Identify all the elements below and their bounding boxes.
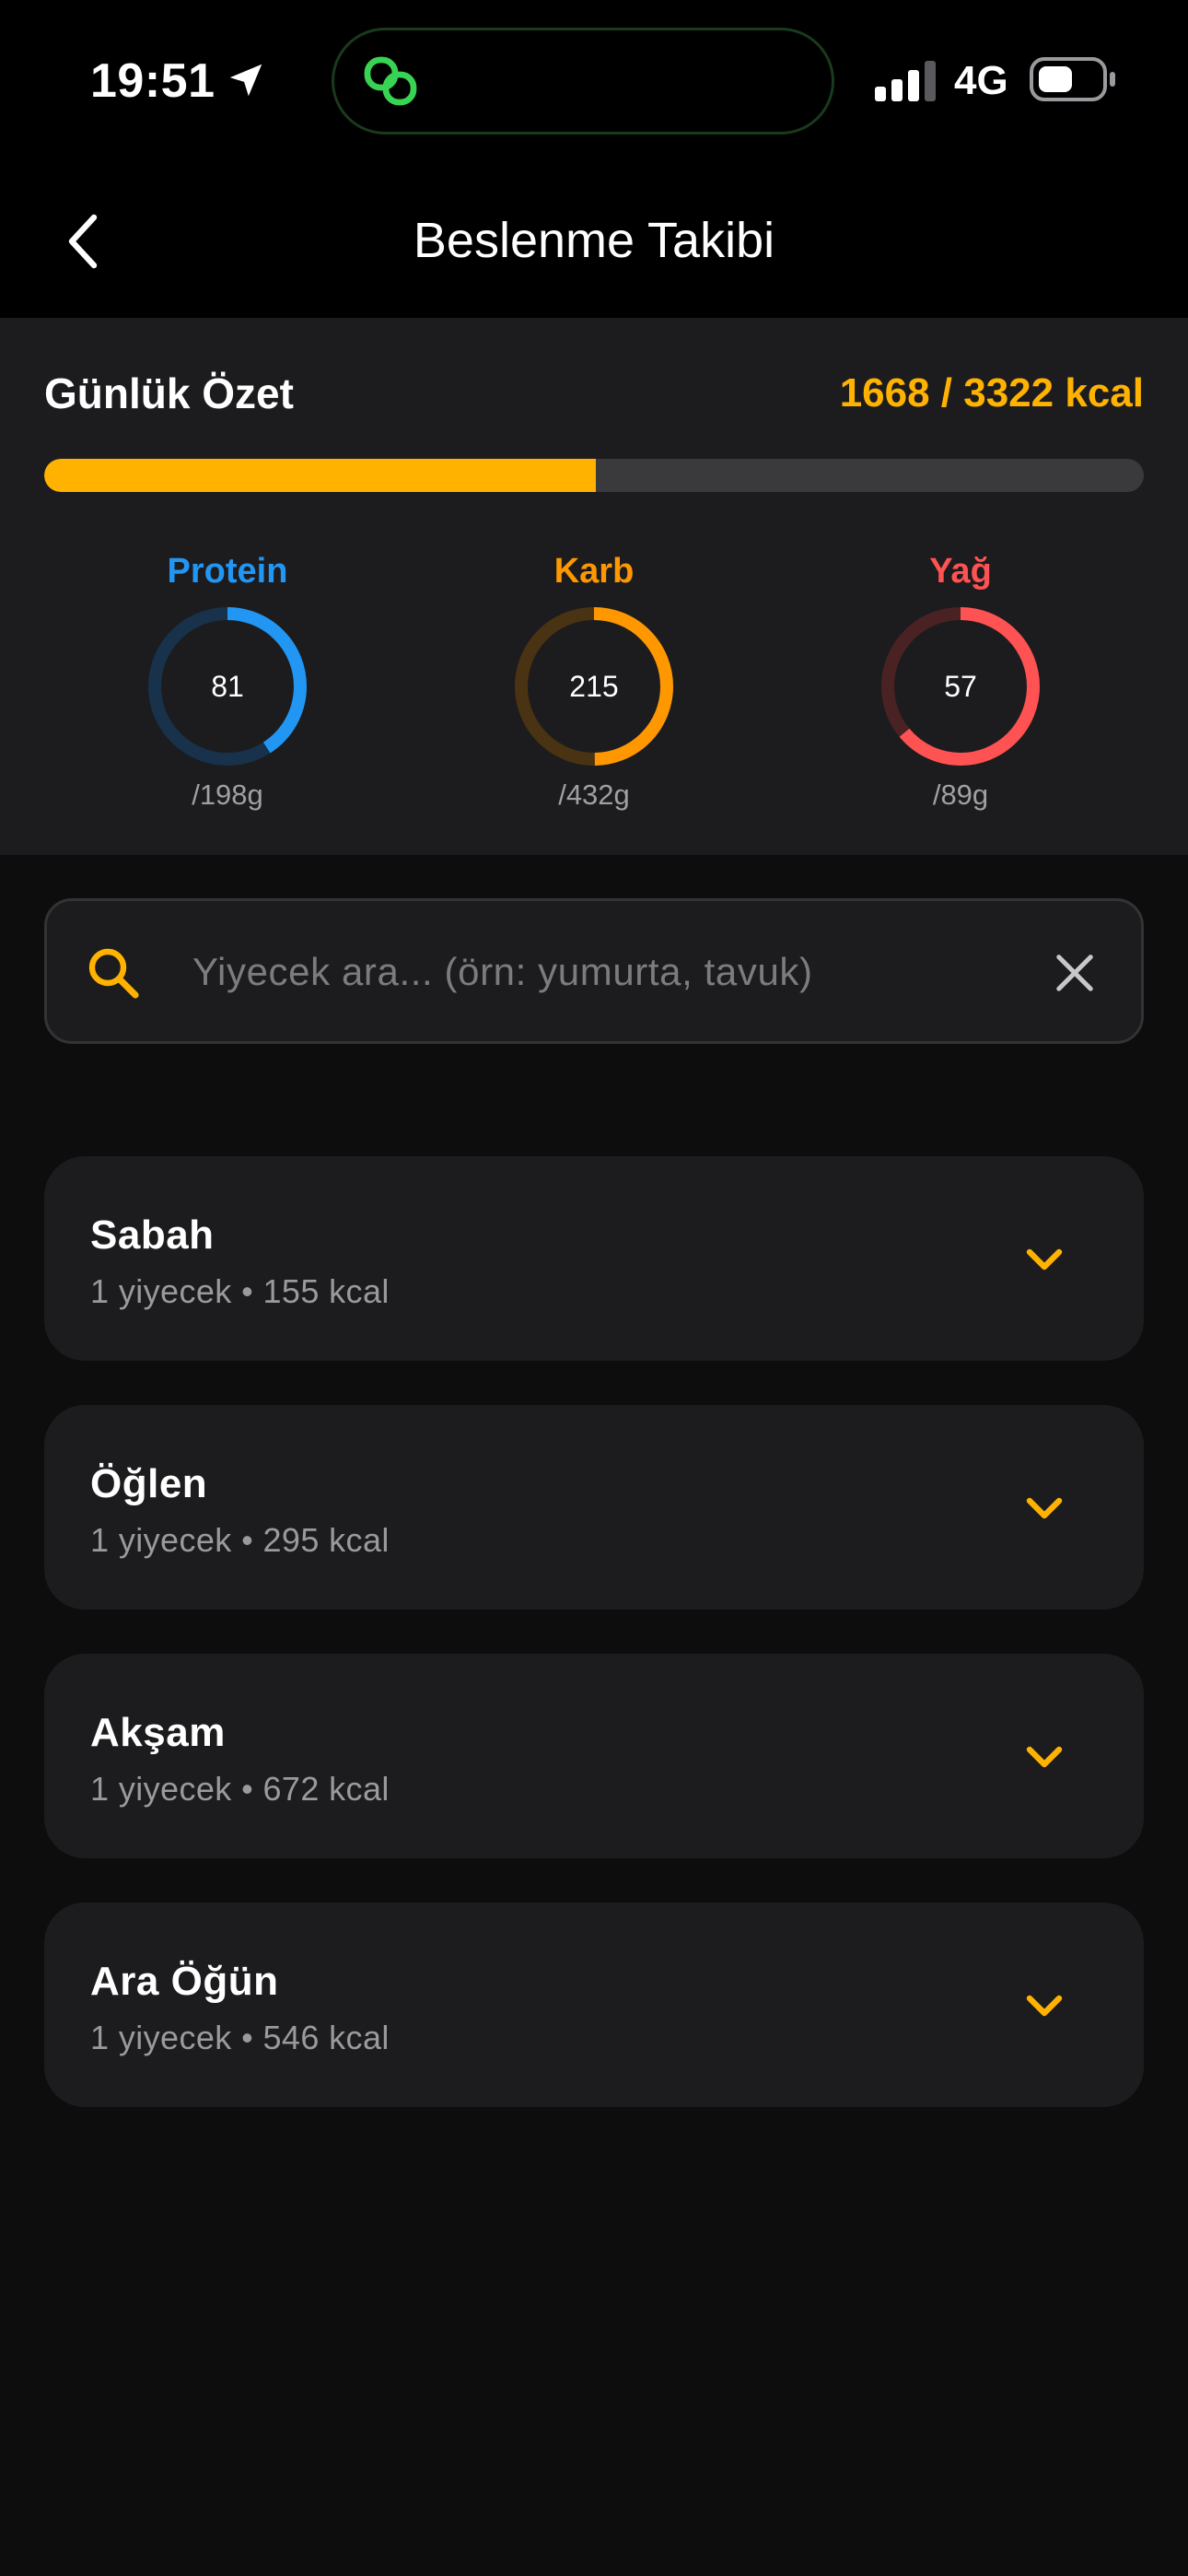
meal-name: Ara Öğün — [90, 1959, 279, 2004]
chevron-down-icon[interactable] — [1019, 1234, 1070, 1285]
chevron-left-icon — [68, 214, 98, 269]
nav-bar: Beslenme Takibi — [0, 164, 1188, 318]
macro-carb: Karb 215 /432g — [456, 548, 732, 815]
calorie-progress-fill — [44, 459, 597, 492]
macro-name: Yağ — [929, 552, 992, 591]
location-arrow-icon — [229, 64, 262, 97]
search-icon — [88, 948, 139, 999]
macro-protein: Protein 81 /198g — [89, 548, 366, 815]
linked-rings-icon — [364, 56, 417, 106]
macro-value: 215 — [569, 670, 619, 703]
food-search-box[interactable] — [44, 898, 1144, 1044]
dynamic-island[interactable] — [332, 28, 834, 135]
macro-target: /89g — [932, 779, 989, 811]
meal-name: Öğlen — [90, 1461, 208, 1506]
battery-icon — [1030, 57, 1115, 101]
meal-card-sabah[interactable]: Sabah 1 yiyecek • 155 kcal — [44, 1156, 1144, 1361]
meal-summary: 1 yiyecek • 546 kcal — [90, 2019, 390, 2056]
daily-summary-card: Günlük Özet 1668 / 3322 kcal Protein 81 … — [0, 318, 1188, 855]
macro-ring: 81 — [146, 605, 309, 767]
meal-card-oglen[interactable]: Öğlen 1 yiyecek • 295 kcal — [44, 1405, 1144, 1610]
macro-target: /198g — [192, 779, 263, 811]
status-bar: 19:51 4G — [0, 0, 1188, 164]
macro-name: Protein — [167, 552, 288, 591]
cellular-signal-icon — [875, 61, 936, 101]
meal-summary: 1 yiyecek • 672 kcal — [90, 1770, 390, 1808]
macro-value: 57 — [944, 670, 977, 703]
search-input[interactable] — [191, 929, 1023, 1015]
close-icon — [1056, 954, 1093, 991]
meal-summary: 1 yiyecek • 155 kcal — [90, 1272, 390, 1310]
macro-ring: 57 — [879, 605, 1042, 767]
meal-card-ara-ogun[interactable]: Ara Öğün 1 yiyecek • 546 kcal — [44, 1903, 1144, 2107]
summary-title: Günlük Özet — [44, 369, 294, 417]
macro-target: /432g — [558, 779, 630, 811]
summary-kcal: 1668 / 3322 kcal — [839, 370, 1144, 416]
macro-ring: 215 — [513, 605, 675, 767]
network-type: 4G — [954, 58, 1008, 103]
chevron-down-icon[interactable] — [1019, 1980, 1070, 2032]
meal-name: Sabah — [90, 1212, 215, 1258]
back-button[interactable] — [46, 205, 120, 278]
macro-fat: Yağ 57 /89g — [822, 548, 1099, 815]
clear-search-button[interactable] — [1045, 943, 1104, 1002]
macro-name: Karb — [553, 552, 635, 591]
macro-value: 81 — [211, 670, 244, 703]
meal-name: Akşam — [90, 1710, 226, 1755]
chevron-down-icon[interactable] — [1019, 1482, 1070, 1534]
meal-card-aksam[interactable]: Akşam 1 yiyecek • 672 kcal — [44, 1654, 1144, 1858]
page-title: Beslenme Takibi — [413, 213, 775, 268]
meal-summary: 1 yiyecek • 295 kcal — [90, 1521, 390, 1559]
status-time: 19:51 — [90, 54, 215, 108]
calorie-progress-bar — [44, 459, 1144, 492]
chevron-down-icon[interactable] — [1019, 1731, 1070, 1783]
